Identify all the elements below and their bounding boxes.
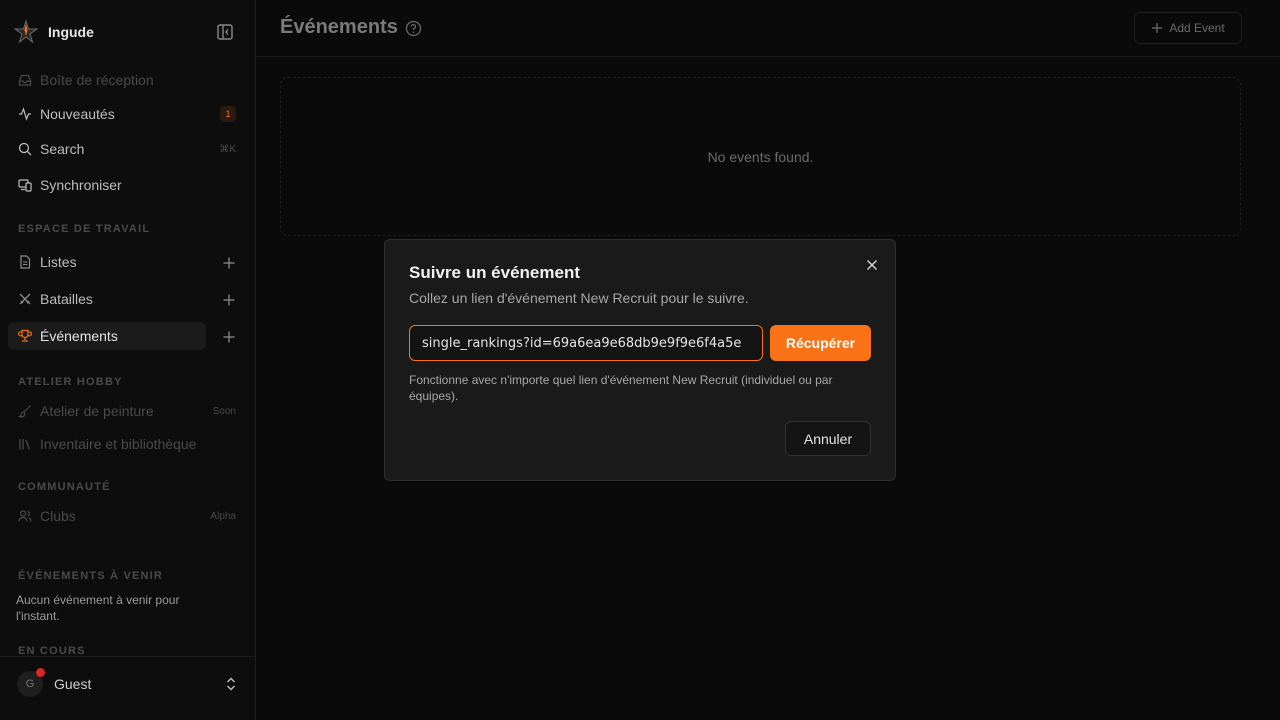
dialog-title: Suivre un événement (409, 263, 581, 282)
cancel-button[interactable]: Annuler (785, 421, 871, 456)
dialog-hint: Fonctionne avec n'importe quel lien d'év… (409, 373, 833, 403)
close-icon[interactable] (864, 257, 880, 273)
dialog-subtitle: Collez un lien d'événement New Recruit p… (409, 290, 749, 306)
event-url-input[interactable] (409, 325, 763, 361)
follow-event-dialog: Suivre un événement Collez un lien d'évé… (384, 239, 896, 481)
app-window: Ingude Boîte de réception Nouveautés 1 S (0, 0, 1280, 720)
fetch-button[interactable]: Récupérer (770, 325, 871, 361)
